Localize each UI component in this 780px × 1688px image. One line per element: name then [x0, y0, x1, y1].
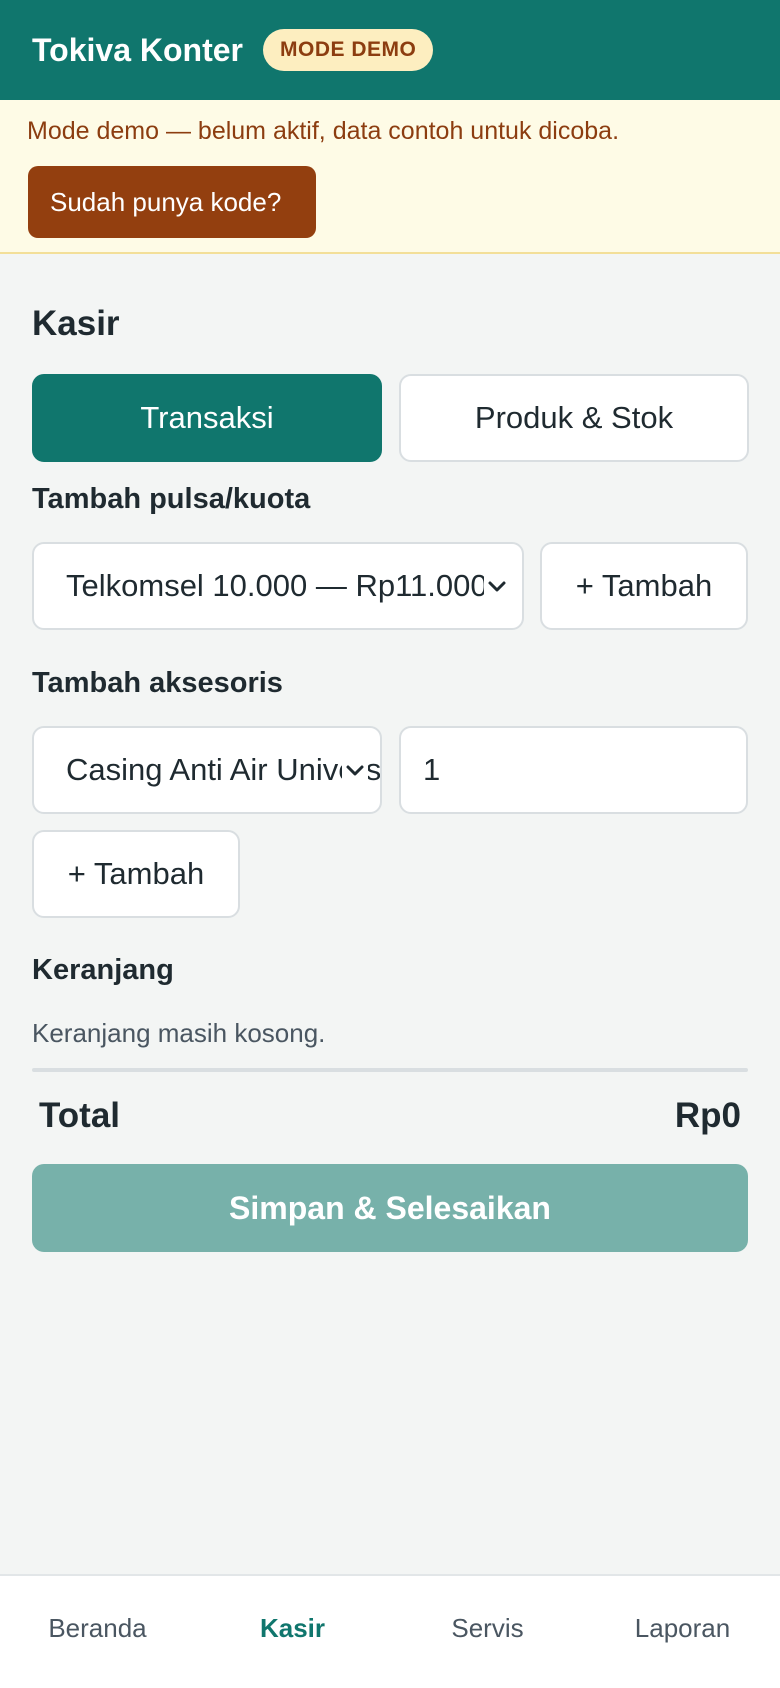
cart-divider — [32, 1068, 748, 1072]
pulsa-select-value: Telkomsel 10.000 — Rp11.000 — [66, 568, 488, 603]
chevron-down-icon — [484, 574, 510, 600]
cart-label: Keranjang — [32, 954, 174, 986]
nav-item-servis[interactable]: Servis — [390, 1576, 585, 1688]
add-accessory-button[interactable]: + Tambah — [32, 830, 240, 918]
have-code-button[interactable]: Sudah punya kode? — [28, 166, 316, 238]
demo-banner: Mode demo — belum aktif, data contoh unt… — [0, 100, 780, 254]
accessory-select[interactable]: Casing Anti Air Universal — [32, 726, 382, 814]
quantity-value: 1 — [423, 752, 441, 787]
add-pulsa-button[interactable]: + Tambah — [540, 542, 748, 630]
demo-mode-badge: MODE DEMO — [263, 29, 434, 71]
bottom-nav: Beranda Kasir Servis Laporan — [0, 1574, 780, 1688]
tab-produk-stok[interactable]: Produk & Stok — [399, 374, 749, 462]
nav-item-kasir[interactable]: Kasir — [195, 1576, 390, 1688]
nav-item-laporan[interactable]: Laporan — [585, 1576, 780, 1688]
nav-item-beranda[interactable]: Beranda — [0, 1576, 195, 1688]
page-title: Kasir — [32, 304, 120, 343]
app-header: Tokiva Konter MODE DEMO — [0, 0, 780, 100]
total-label: Total — [39, 1096, 121, 1135]
save-finish-button[interactable]: Simpan & Selesaikan — [32, 1164, 748, 1252]
app-title: Tokiva Konter — [32, 31, 243, 68]
pulsa-select[interactable]: Telkomsel 10.000 — Rp11.000 — [32, 542, 524, 630]
quantity-input[interactable]: 1 — [399, 726, 748, 814]
demo-banner-text: Mode demo — belum aktif, data contoh unt… — [27, 117, 620, 145]
chevron-down-icon — [342, 758, 368, 784]
cart-empty-text: Keranjang masih kosong. — [32, 1018, 326, 1048]
accessory-select-value: Casing Anti Air Universal — [66, 752, 380, 787]
accessory-label: Tambah aksesoris — [32, 667, 283, 699]
pulsa-label: Tambah pulsa/kuota — [32, 483, 311, 515]
total-value: Rp0 — [674, 1096, 741, 1135]
tab-transaksi[interactable]: Transaksi — [32, 374, 382, 462]
